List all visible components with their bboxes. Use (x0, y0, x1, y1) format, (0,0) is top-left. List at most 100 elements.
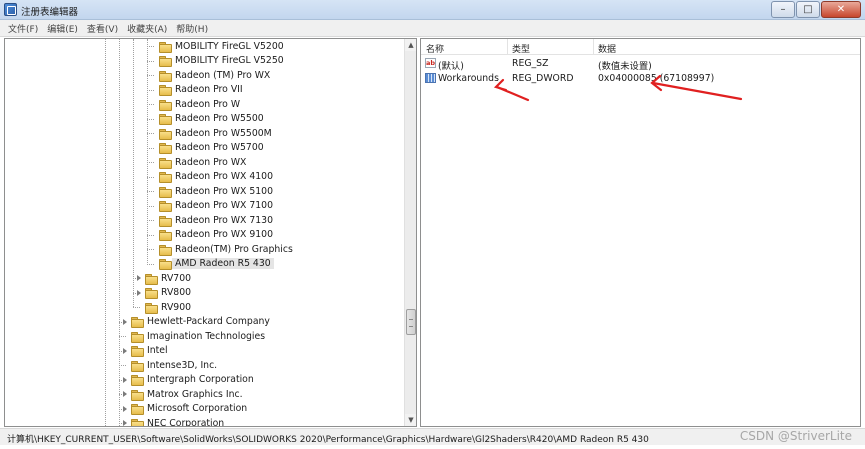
tree-item[interactable]: Radeon Pro WX 7130 (159, 213, 273, 228)
tree-branch-line (147, 263, 154, 265)
tree-item[interactable]: MOBILITY FireGL V5250 (159, 54, 284, 69)
tree-item[interactable]: Radeon(TM) Pro Graphics (159, 242, 293, 257)
folder-icon (131, 418, 144, 426)
tree-item[interactable]: RV700 (145, 271, 191, 286)
tree-item-label: Radeon (TM) Pro WX (175, 69, 271, 81)
scroll-down-icon[interactable]: ▼ (405, 414, 416, 426)
tree-item[interactable]: Radeon Pro W5500M (159, 126, 272, 141)
tree-item[interactable]: NEC Corporation (131, 416, 225, 427)
menu-help[interactable]: 帮助(H) (176, 22, 208, 35)
tree-item[interactable]: Radeon Pro W (159, 97, 240, 112)
tree-item-label: Intense3D, Inc. (147, 359, 218, 371)
folder-icon (131, 317, 144, 329)
tree-item[interactable]: Radeon (TM) Pro WX (159, 68, 270, 83)
dword-value-icon (425, 73, 436, 83)
column-header-name[interactable]: 名称 (426, 42, 444, 55)
column-header-type[interactable]: 类型 (512, 42, 530, 55)
value-name: (默认) (438, 61, 464, 72)
tree-branch-line (147, 60, 154, 62)
maximize-icon: □ (803, 3, 813, 15)
tree-item[interactable]: MOBILITY FireGL V5200 (159, 39, 284, 54)
minimize-button[interactable]: – (771, 1, 795, 18)
tree-branch-line (147, 75, 154, 76)
expand-arrow-icon[interactable] (136, 275, 143, 282)
tree-item-label: Radeon Pro WX 7100 (175, 200, 273, 212)
tree-item[interactable]: Radeon Pro WX 5100 (159, 184, 273, 199)
tree-item[interactable]: Imagination Technologies (131, 329, 265, 344)
value-row-workarounds[interactable]: Workarounds REG_DWORD 0x04000085 (671089… (421, 71, 860, 86)
tree-item-label: Radeon Pro W (175, 98, 241, 110)
tree-item[interactable]: Matrox Graphics Inc. (131, 387, 243, 402)
menu-file[interactable]: 文件(F) (8, 22, 38, 35)
tree-branch-line (147, 176, 154, 178)
folder-icon (159, 85, 172, 97)
expand-arrow-icon[interactable] (122, 318, 129, 326)
tree-vertical-scrollbar[interactable]: ▲ ▼ (404, 39, 416, 426)
folder-icon (131, 375, 144, 387)
tree-item[interactable]: Radeon Pro WX 7100 (159, 199, 273, 214)
folder-icon (159, 99, 172, 111)
value-row-default[interactable]: ab (默认) REG_SZ (数值未设置) (421, 56, 860, 72)
tree-branch-line (147, 89, 154, 91)
expand-arrow-icon[interactable] (136, 289, 143, 297)
tree-guide-line (105, 39, 106, 426)
tree-item[interactable]: Radeon Pro WX (159, 155, 246, 170)
expand-arrow-icon[interactable] (122, 420, 129, 426)
tree-item[interactable]: Intergraph Corporation (131, 373, 254, 388)
tree-item[interactable]: Hewlett-Packard Company (131, 315, 270, 330)
window-title: 注册表编辑器 (21, 7, 79, 18)
registry-key-tree[interactable]: MOBILITY FireGL V5200 MOBILITY FireGL V52… (4, 38, 417, 427)
tree-item[interactable]: RV900 (145, 300, 191, 315)
column-header-data[interactable]: 数据 (598, 42, 616, 55)
tree-item[interactable]: Radeon Pro W5700 (159, 141, 264, 156)
value-type: REG_SZ (512, 58, 549, 69)
tree-item-label: NEC Corporation (147, 417, 225, 427)
tree-guide-line (133, 39, 134, 308)
menu-favorites[interactable]: 收藏夹(A) (127, 22, 167, 35)
scroll-thumb[interactable] (406, 309, 416, 335)
tree-item[interactable]: RV800 (145, 286, 191, 301)
folder-icon (131, 404, 144, 416)
current-key-path: 计算机\HKEY_CURRENT_USER\Software\SolidWork… (7, 435, 649, 445)
tree-item-label: RV900 (161, 301, 192, 313)
folder-icon (145, 273, 158, 285)
registry-values-list[interactable]: 名称 类型 数据 ab (默认) REG_SZ (数值未设置) Workarou… (420, 38, 861, 427)
menu-bar: 文件(F) 编辑(E) 查看(V) 收藏夹(A) 帮助(H) (0, 20, 865, 37)
expand-arrow-icon[interactable] (122, 391, 129, 398)
tree-item[interactable]: Intel (131, 344, 168, 359)
tree-branch-line (119, 336, 126, 337)
tree-item[interactable]: Intense3D, Inc. (131, 358, 217, 373)
folder-icon (159, 128, 172, 140)
expand-arrow-icon[interactable] (122, 405, 129, 413)
expand-arrow-icon[interactable] (122, 376, 129, 384)
tree-branch-line (147, 191, 154, 192)
menu-view[interactable]: 查看(V) (87, 22, 118, 35)
tree-branch-line (147, 118, 154, 120)
maximize-button[interactable]: □ (796, 1, 820, 18)
folder-icon (131, 331, 144, 343)
tree-item[interactable]: Radeon Pro W5500 (159, 112, 264, 127)
tree-item-label: Radeon Pro WX 5100 (175, 185, 273, 197)
tree-item-label: MOBILITY FireGL V5250 (175, 55, 284, 67)
tree-item[interactable]: Radeon Pro VII (159, 83, 243, 98)
tree-item[interactable]: Radeon Pro WX 4100 (159, 170, 273, 185)
tree-item[interactable]: Microsoft Corporation (131, 402, 247, 417)
tree-item[interactable]: Radeon Pro WX 9100 (159, 228, 273, 243)
tree-item[interactable]: AMD Radeon R5 430 (159, 257, 274, 272)
tree-guide-line (147, 39, 148, 265)
scroll-up-icon[interactable]: ▲ (405, 39, 416, 51)
tree-item-label: Radeon Pro W5500M (175, 127, 272, 139)
tree-item-label: Hewlett-Packard Company (147, 316, 270, 328)
tree-item-label: RV800 (161, 287, 192, 299)
folder-icon (159, 143, 172, 155)
expand-arrow-icon[interactable] (122, 347, 129, 355)
close-button[interactable]: ✕ (821, 1, 861, 18)
tree-branch-line (147, 162, 154, 163)
registry-editor-icon (4, 3, 17, 16)
folder-icon (145, 288, 158, 300)
tree-item-label: AMD Radeon R5 430 (172, 258, 274, 270)
tree-branch-line (147, 234, 154, 236)
folder-icon (159, 244, 172, 256)
menu-edit[interactable]: 编辑(E) (47, 22, 78, 35)
value-type: REG_DWORD (512, 73, 574, 84)
